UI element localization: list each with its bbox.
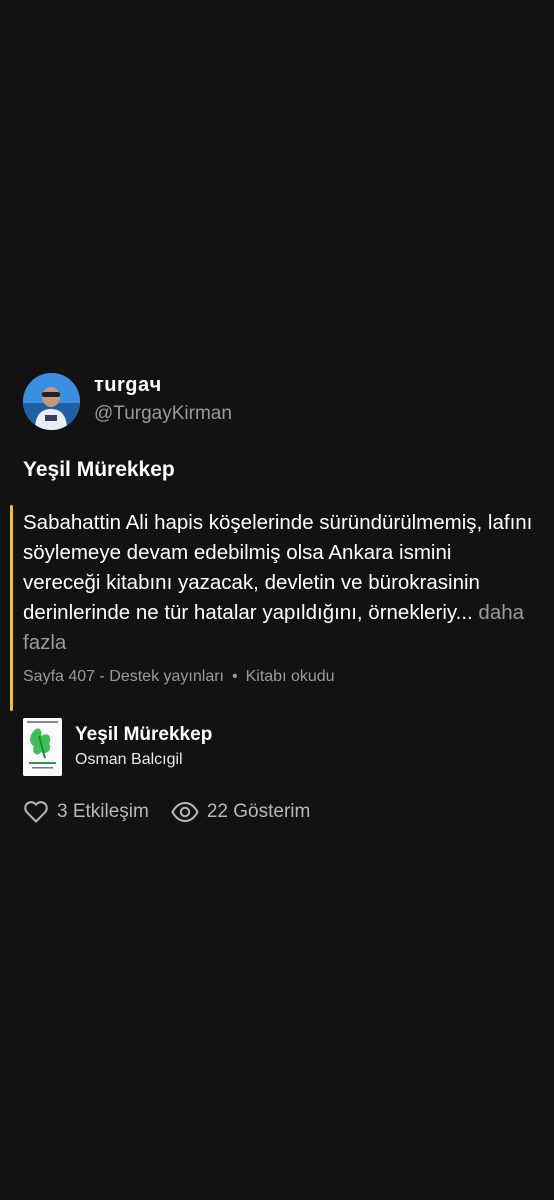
heart-icon (24, 801, 48, 823)
quote-meta: Sayfa 407 - Destek yayınları • Kitabı okud… (23, 667, 533, 687)
user-row[interactable]: тurgaч @TurgayKirman (23, 372, 533, 430)
book-cover-image (23, 718, 62, 776)
page: тurgaч @TurgayKirman Yeşil Mürekkep Saba… (0, 0, 554, 1200)
stats-row: 3 Etkileşim 22 Gösterim (23, 800, 310, 824)
eye-icon (171, 802, 199, 822)
quote-text: Sabahattin Ali hapis köşelerinde süründü… (23, 508, 533, 658)
post-book-title[interactable]: Yeşil Mürekkep (23, 457, 533, 483)
likes-stat[interactable]: 3 Etkileşim (23, 800, 149, 824)
book-row[interactable]: Yeşil Mürekkep Osman Balcıgil (23, 718, 212, 776)
likes-label: 3 Etkileşim (57, 801, 149, 822)
book-name[interactable]: Yeşil Mürekkep (75, 724, 212, 746)
quote-block[interactable]: Sabahattin Ali hapis köşelerinde süründü… (10, 505, 533, 715)
views-label: 22 Gösterim (206, 801, 311, 822)
user-avatar[interactable] (23, 372, 80, 430)
avatar-image (23, 372, 80, 430)
read-status: Kitabı okudu (245, 668, 335, 685)
separator-dot: • (231, 668, 238, 685)
book-info: Yeşil Mürekkep Osman Balcıgil (75, 724, 212, 770)
quote-post-card: тurgaч @TurgayKirman Yeşil Mürekkep Saba… (10, 372, 533, 823)
book-cover[interactable] (23, 718, 62, 776)
views-stat[interactable]: 22 Gösterim (171, 801, 310, 823)
quote-body: Sabahattin Ali hapis köşelerinde süründü… (23, 511, 533, 624)
display-name[interactable]: тurgaч (94, 374, 232, 396)
book-author[interactable]: Osman Balcıgil (75, 750, 212, 770)
page-info: Sayfa 407 - Destek yayınları (23, 668, 224, 685)
user-handle[interactable]: @TurgayKirman (94, 402, 232, 426)
quote-accent-bar (10, 505, 13, 711)
user-meta: тurgaч @TurgayKirman (94, 374, 232, 426)
